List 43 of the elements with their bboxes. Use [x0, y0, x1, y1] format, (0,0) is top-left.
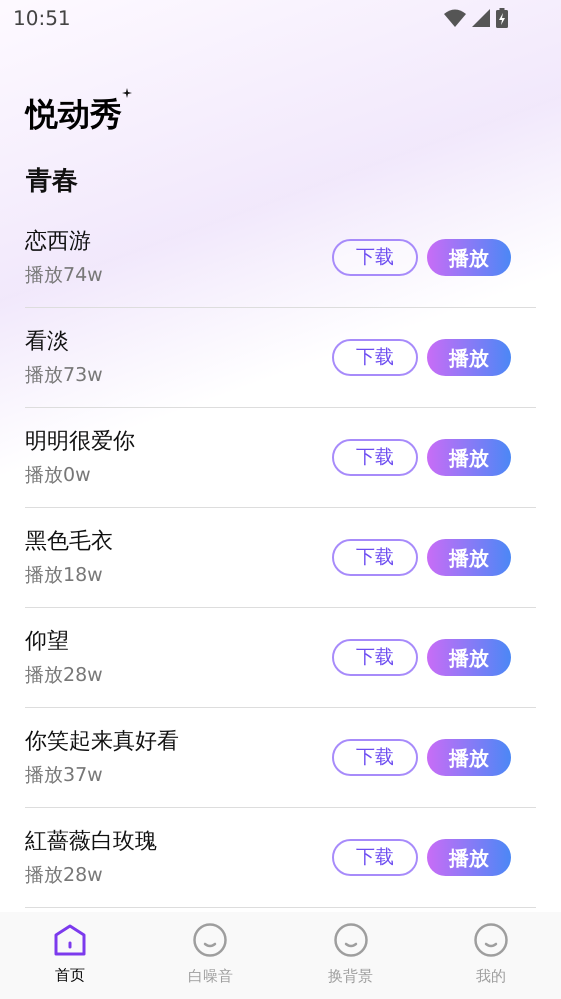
download-button[interactable]: 下载 [332, 439, 418, 476]
play-button[interactable]: 播放 [427, 639, 511, 676]
download-button[interactable]: 下载 [332, 239, 418, 276]
play-count: 播放28w [25, 862, 103, 888]
play-count: 播放73w [25, 362, 103, 388]
song-title: 明明很爱你 [25, 428, 135, 456]
smile-icon [334, 923, 368, 958]
download-button[interactable]: 下载 [332, 539, 418, 576]
song-title: 你笑起来真好看 [25, 728, 179, 756]
wifi-icon [444, 9, 466, 27]
home-icon [53, 924, 88, 956]
download-button[interactable]: 下载 [332, 739, 418, 776]
play-button[interactable]: 播放 [427, 339, 511, 376]
song-title: 仰望 [25, 628, 69, 656]
download-button[interactable]: 下载 [332, 339, 418, 376]
download-button[interactable]: 下载 [332, 639, 418, 676]
tab-item[interactable]: 首页 [0, 912, 140, 999]
smile-icon [193, 923, 228, 958]
play-button[interactable]: 播放 [427, 439, 511, 476]
tab-item[interactable]: 换背景 [280, 912, 421, 999]
play-count: 播放18w [25, 562, 103, 588]
play-count: 播放74w [25, 262, 103, 288]
song-title: 恋西游 [25, 228, 91, 256]
play-button[interactable]: 播放 [427, 539, 511, 576]
play-button[interactable]: 播放 [427, 739, 511, 776]
play-button[interactable]: 播放 [427, 239, 511, 276]
status-time: 10:51 [13, 5, 71, 32]
section-title: 青春 [25, 165, 78, 198]
song-title: 紅薔薇白玫瑰 [25, 828, 157, 856]
signal-icon [472, 9, 490, 27]
song-title: 看淡 [25, 328, 69, 356]
play-count: 播放28w [25, 662, 103, 688]
play-count: 播放0w [25, 462, 91, 488]
play-button[interactable]: 播放 [427, 839, 511, 876]
smile-icon [474, 923, 508, 958]
sparkle-icon [122, 88, 132, 98]
play-count: 播放37w [25, 762, 103, 788]
download-button[interactable]: 下载 [332, 839, 418, 876]
app-title: 悦动秀 [26, 94, 122, 134]
tab-item[interactable]: 我的 [420, 912, 561, 999]
song-title: 黑色毛衣 [25, 528, 113, 556]
tab-item[interactable]: 白噪音 [140, 912, 280, 999]
battery-icon [496, 8, 508, 28]
